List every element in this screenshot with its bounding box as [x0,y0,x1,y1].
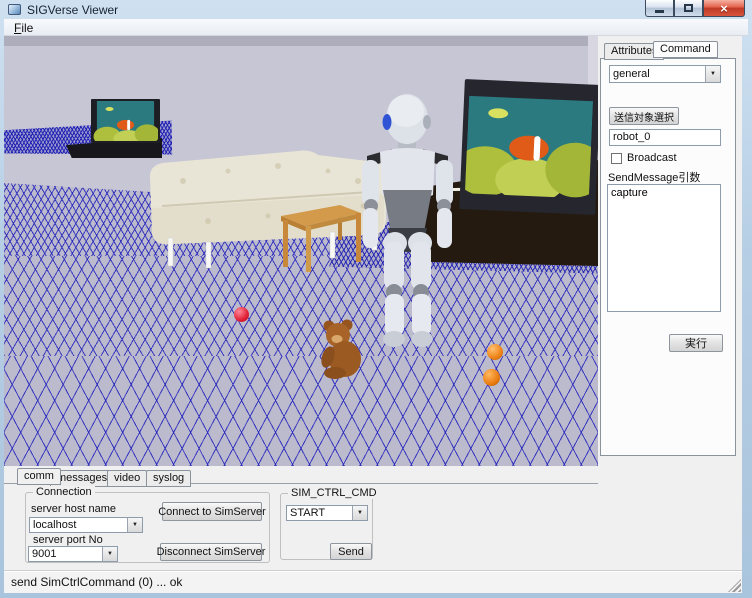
dropdown-arrow-icon[interactable]: ▼ [127,518,142,532]
tab-command[interactable]: Command [653,41,718,58]
orange-ball-lower [483,369,500,386]
command-category-value: general [613,68,650,80]
menu-file[interactable]: File [8,20,39,36]
port-value: 9001 [32,548,56,560]
app-icon [8,4,21,15]
grid-floor-near [4,356,598,466]
target-select-button[interactable]: 送信対象選択 [609,107,679,125]
minimize-button[interactable] [645,0,674,17]
left-tv-screen [93,101,158,141]
dropdown-arrow-icon[interactable]: ▼ [705,66,720,82]
sim-ctrl-cmd-value: START [290,507,325,519]
status-bar: send SimCtrlCommand (0) ... ok [4,570,742,593]
broadcast-checkbox-row: Broadcast [611,152,677,164]
message-textarea[interactable]: capture [607,184,721,312]
close-icon: × [720,2,728,15]
client-area: Attributes Command general ▼ 送信対象選択 robo… [4,36,742,570]
humanoid-robot [350,92,466,348]
orange-ball-upper [487,344,503,360]
disconnect-button[interactable]: Disconnect SimServer [160,543,262,561]
sim-ctrl-cmd-select[interactable]: START ▼ [286,505,368,521]
host-select[interactable]: localhost ▼ [29,517,143,533]
command-category-select[interactable]: general ▼ [609,65,721,83]
menu-bar: File [4,19,748,36]
wall-top-band [4,36,598,46]
command-tab-page: general ▼ 送信対象選択 robot_0 Broadcast SendM… [600,58,736,456]
dropdown-arrow-icon[interactable]: ▼ [352,506,367,520]
left-tv-frame [91,99,160,143]
broadcast-checkbox-label: Broadcast [627,152,677,164]
port-label: server port No [33,534,103,546]
tab-video[interactable]: video [107,470,147,487]
broadcast-checkbox[interactable] [611,153,622,164]
port-select[interactable]: 9001 ▼ [28,546,118,562]
command-panel: Attributes Command general ▼ 送信対象選択 robo… [598,36,742,570]
host-value: localhost [33,519,76,531]
tab-syslog[interactable]: syslog [146,470,191,487]
resize-grip[interactable] [728,579,741,592]
right-tv-screen [465,85,594,198]
maximize-button[interactable] [674,0,703,17]
send-message-label: SendMessage引数 [608,169,700,185]
connection-group-label: Connection [33,486,95,498]
status-text: send SimCtrlCommand (0) ... ok [11,575,182,589]
teddy-bear [316,318,368,380]
application-window: SIGVerse Viewer × File [0,0,752,598]
window-controls: × [645,0,745,17]
target-field[interactable]: robot_0 [609,129,721,146]
minimize-icon [655,10,664,13]
sim-ctrl-group-label: SIM_CTRL_CMD [288,487,380,499]
dropdown-arrow-icon[interactable]: ▼ [102,547,117,561]
maximize-icon [684,4,693,12]
title-bar[interactable]: SIGVerse Viewer × [0,0,752,19]
3d-viewport[interactable] [4,36,598,466]
red-ball [234,307,249,322]
execute-button[interactable]: 実行 [669,334,723,352]
window-title: SIGVerse Viewer [27,3,118,17]
tab-comm[interactable]: comm [17,468,61,485]
connect-button[interactable]: Connect to SimServer [162,502,262,521]
bottom-dock: comm messages video syslog Connection se… [4,466,598,570]
close-button[interactable]: × [703,0,745,17]
right-tv [459,79,598,215]
host-label: server host name [31,503,116,515]
send-button[interactable]: Send [330,543,372,560]
